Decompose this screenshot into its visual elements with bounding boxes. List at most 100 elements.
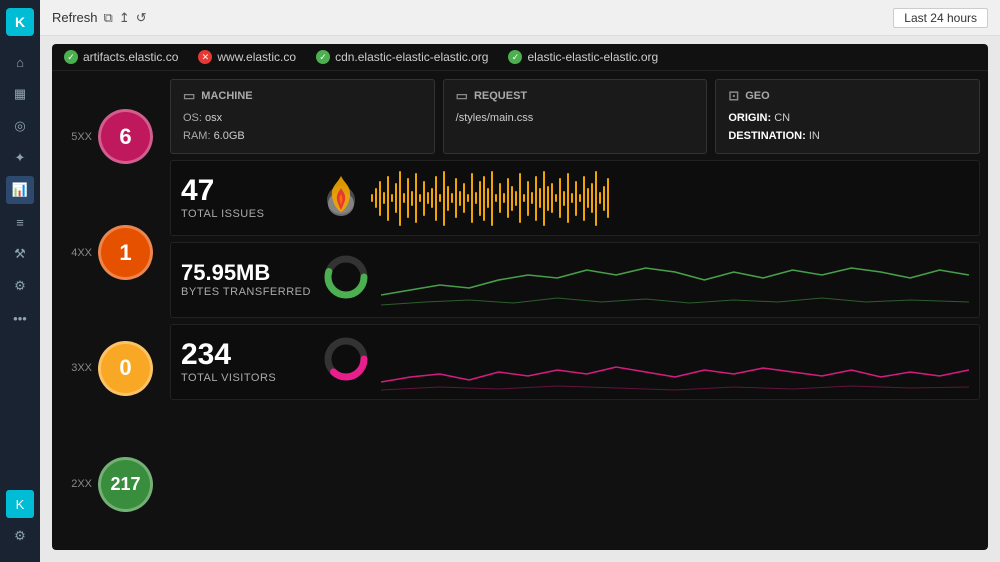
bar-line [503,193,505,203]
content-area: 5XX 6 4XX 1 3XX 0 [52,71,988,550]
geo-card-body: ORIGIN: CN DESTINATION: IN [728,110,967,145]
info-cards-row: ▭ MACHINE OS: osx RAM: 6.0GB ▭ REQ [162,71,988,160]
sidebar-logo[interactable]: K [6,8,34,36]
machine-os-value: osx [205,112,222,124]
metric-rows: 47 TOTAL ISSUES [162,160,988,550]
time-filter[interactable]: Last 24 hours [893,8,988,28]
status-item-0[interactable]: ✓ artifacts.elastic.co [64,50,178,64]
status-item-3[interactable]: ✓ elastic-elastic-elastic.org [508,50,658,64]
geo-dest-label: DESTINATION: [728,130,805,142]
circle-row-3xx: 3XX 0 [64,341,154,396]
screenshot-icon[interactable]: ⧉ [104,10,113,26]
geo-origin-value: CN [774,112,790,124]
request-card-body: /styles/main.css [456,110,695,128]
circle-3xx[interactable]: 0 [98,341,153,396]
circle-2xx[interactable]: 217 [98,457,153,512]
bar-line [519,173,521,223]
status-item-2[interactable]: ✓ cdn.elastic-elastic-elastic.org [316,50,488,64]
status-item-1[interactable]: ✕ www.elastic.co [198,50,296,64]
status-url-0: artifacts.elastic.co [83,50,178,64]
geo-dest-value: IN [809,130,820,142]
flame-icon [323,174,359,223]
sidebar-item-home[interactable]: ⌂ [6,48,34,76]
sidebar-bottom: K ⚙ [6,490,34,554]
bar-line [483,176,485,221]
bar-line [467,194,469,202]
request-icon: ▭ [456,88,468,104]
bar-line [451,193,453,203]
geo-icon: ⊡ [728,88,739,104]
bar-line [415,173,417,223]
circle-label-2xx: 2XX [64,478,92,490]
bar-line [487,188,489,208]
donut-pink-icon [323,336,369,389]
share-icon[interactable]: ↥ [119,10,130,26]
sidebar-item-dots[interactable]: ••• [6,304,34,332]
bytes-value: 75.95MB [181,262,311,284]
bar-line [395,183,397,213]
bar-line [567,173,569,223]
bytes-line-svg [381,250,969,310]
bar-line [459,191,461,206]
bar-line [479,181,481,216]
refresh-icon[interactable]: ↺ [136,10,147,26]
visitors-value: 234 [181,340,311,370]
sidebar-item-settings[interactable]: ⚙ [6,522,34,550]
bar-line [423,181,425,216]
machine-ram-value: 6.0GB [214,130,245,142]
refresh-button[interactable]: Refresh [52,10,98,25]
metric-row-issues: 47 TOTAL ISSUES [170,160,980,236]
bar-line [599,192,601,204]
bar-line [403,193,405,203]
main-content: Refresh ⧉ ↥ ↺ Last 24 hours ✓ artifacts.… [40,0,1000,562]
sidebar-item-shield[interactable]: ✦ [6,144,34,172]
bar-line [583,176,585,221]
sidebar-item-wrench[interactable]: ⚒ [6,240,34,268]
bar-line [471,173,473,223]
issues-text: 47 TOTAL ISSUES [181,176,311,220]
machine-card-title: ▭ MACHINE [183,88,422,104]
request-path: /styles/main.css [456,112,534,124]
status-red-icon-1: ✕ [198,50,212,64]
sidebar: K ⌂ ▦ ◎ ✦ 📊 ≡ ⚒ ⚙ ••• K ⚙ [0,0,40,562]
donut-green-svg [323,254,369,300]
sidebar-item-target[interactable]: ◎ [6,112,34,140]
right-column: ▭ MACHINE OS: osx RAM: 6.0GB ▭ REQ [162,71,988,550]
circle-5xx[interactable]: 6 [98,109,153,164]
sidebar-item-gear[interactable]: ⚙ [6,272,34,300]
bar-line [559,178,561,218]
bar-line [495,194,497,202]
visitors-label: TOTAL VISITORS [181,372,311,384]
bar-line [439,194,441,202]
bar-line [575,181,577,216]
status-url-3: elastic-elastic-elastic.org [527,50,658,64]
status-green-icon-0: ✓ [64,50,78,64]
circle-4xx[interactable]: 1 [98,225,153,280]
bar-line [375,188,377,208]
bar-line [371,194,373,202]
bar-line [523,194,525,202]
machine-card-body: OS: osx RAM: 6.0GB [183,110,422,145]
circle-label-5xx: 5XX [64,131,92,143]
sidebar-item-chart[interactable]: 📊 [6,176,34,204]
sidebar-item-box[interactable]: K [6,490,34,518]
bar-line [447,186,449,211]
bar-line [587,188,589,208]
sidebar-item-filter[interactable]: ≡ [6,208,34,236]
circle-row-2xx: 2XX 217 [64,457,154,512]
visitors-line-svg [381,332,969,392]
circle-label-3xx: 3XX [64,362,92,374]
donut-pink-svg [323,336,369,382]
geo-origin-label: ORIGIN: [728,112,771,124]
visitors-text: 234 TOTAL VISITORS [181,340,311,384]
issues-chart [371,168,969,228]
metric-row-bytes: 75.95MB BYTES TRANSFERRED [170,242,980,318]
sidebar-item-grid[interactable]: ▦ [6,80,34,108]
bytes-chart [381,250,969,310]
bar-line [455,178,457,218]
circle-row-5xx: 5XX 6 [64,109,154,164]
bar-line [475,192,477,204]
circle-row-4xx: 4XX 1 [64,225,154,280]
status-url-2: cdn.elastic-elastic-elastic.org [335,50,488,64]
request-card-title: ▭ REQUEST [456,88,695,104]
